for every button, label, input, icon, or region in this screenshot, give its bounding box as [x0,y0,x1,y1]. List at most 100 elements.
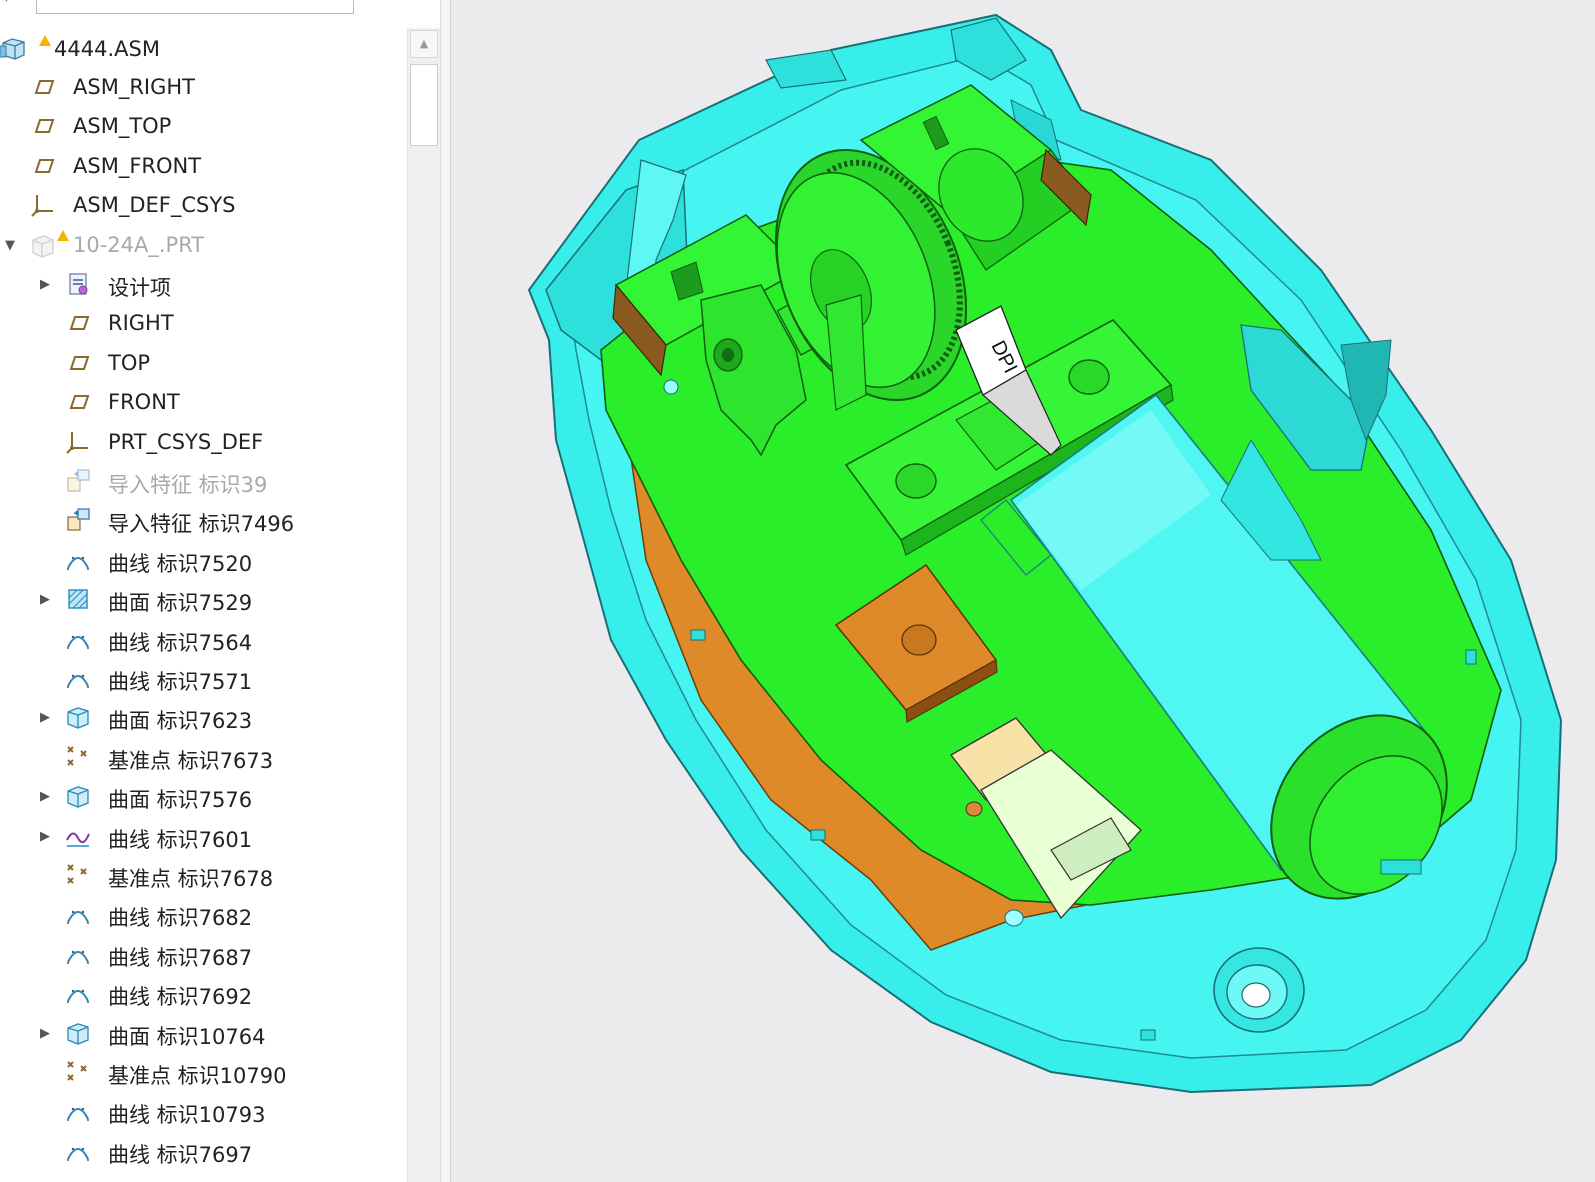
curve-icon [64,625,92,653]
curve-icon [64,1097,92,1125]
tree-item-label: PRT_CSYS_DEF [108,430,264,454]
tree-item-label: FRONT [108,390,180,414]
tree-item-label: 曲线 标识7687 [108,946,253,970]
curve-icon [64,664,92,692]
tree-item-label: 曲线 标识7682 [108,906,253,930]
datum-point-icon [64,1058,92,1086]
solid-surface-icon [64,703,92,731]
tree-item-label: ASM_TOP [73,114,172,138]
tree-item-label: 曲线 标识7601 [108,828,253,852]
chevron-right-icon[interactable]: ▶ [38,278,52,292]
assembly-icon [0,34,28,62]
datum-plane-icon [64,349,92,377]
curve-icon [64,979,92,1007]
scroll-up-button[interactable]: ▲ [410,30,438,58]
chevron-right-icon[interactable]: ▶ [38,711,52,725]
tree-item[interactable]: 曲线 标识7697 [0,1132,405,1171]
tree-item[interactable]: ASM_FRONT [0,147,405,186]
warning-icon [57,230,69,241]
tree-item-label: 导入特征 标识39 [108,473,268,497]
chevron-right-icon[interactable]: ▶ [38,830,52,844]
csys-icon [29,191,57,219]
tree-item[interactable]: FRONT [0,383,405,422]
mouse-assembly-model: DPI [527,13,1563,1094]
tree-item[interactable]: TOP [0,344,405,383]
surface-icon [64,585,92,613]
tree-item-label: 基准点 标识7678 [108,867,274,891]
tree-item[interactable]: ▶ 曲面 标识7623 [0,698,405,737]
tree-item-label: ASM_RIGHT [73,75,195,99]
tree-item[interactable]: ▶ 曲线 标识7601 [0,817,405,856]
panel-splitter[interactable] [440,0,451,1182]
tree-scrollbar[interactable]: ▲ [407,28,440,1182]
tree-item[interactable]: RIGHT [0,304,405,343]
tree-item-label: 曲线 标识7571 [108,670,253,694]
tree-item-label: 设计项 [108,276,171,300]
scroll-thumb[interactable] [410,64,438,146]
curve-icon [64,940,92,968]
curve-icon [64,546,92,574]
tree-item-label: 基准点 标识10790 [108,1064,287,1088]
tree-item-label: ASM_FRONT [73,154,202,178]
tree-item[interactable]: 曲线 标识7687 [0,935,405,974]
tree-item[interactable]: PRT_CSYS_DEF [0,423,405,462]
tree-item-label: TOP [108,351,151,375]
curve-icon [64,1137,92,1165]
tree-item[interactable]: ASM_TOP [0,107,405,146]
tree-item[interactable]: ASM_DEF_CSYS [0,186,405,225]
tree-item-label: 导入特征 标识7496 [108,512,295,536]
curve-icon [64,900,92,928]
datum-plane-icon [29,73,57,101]
chevron-right-icon[interactable]: ▶ [38,790,52,804]
tree-item[interactable]: 曲线 标识7520 [0,541,405,580]
tree-item-label: 曲面 标识7623 [108,709,253,733]
graphics-viewport[interactable]: DPI [451,0,1595,1182]
tree-item[interactable]: 曲线 标识7692 [0,974,405,1013]
datum-plane-icon [64,309,92,337]
tree-item-label: 曲面 标识7529 [108,591,253,615]
tree-item[interactable]: ASM_RIGHT [0,68,405,107]
tree-item[interactable]: 曲线 标识7682 [0,895,405,934]
tree-item[interactable]: 基准点 标识7673 [0,738,405,777]
chevron-down-icon[interactable]: ▼ [3,239,17,253]
tree-item[interactable]: 基准点 标识10790 [0,1053,405,1092]
tree-item-label: 曲线 标识7692 [108,985,253,1009]
tree-item[interactable]: 曲线 标识7571 [0,659,405,698]
model-tree-panel: ▾ 4444.ASM ASM_RIGHT ASM_TOP ASM_FRONT ASM_… [0,0,440,1182]
tree-item[interactable]: 导入特征 标识7496 [0,501,405,540]
chevron-right-icon[interactable]: ▶ [38,593,52,607]
tree-item-label: RIGHT [108,311,174,335]
tree-item[interactable]: ▶ 设计项 [0,265,405,304]
tree-item[interactable]: 基准点 标识7678 [0,856,405,895]
solid-surface-icon [64,1019,92,1047]
tree-item[interactable]: ▼ 10-24A_.PRT [0,226,405,265]
tree-item[interactable]: ▶ 曲面 标识10764 [0,1014,405,1053]
datum-point-icon [64,743,92,771]
csys-icon [64,428,92,456]
tree-item-label: ASM_DEF_CSYS [73,193,236,217]
datum-point-icon [64,861,92,889]
chevron-right-icon[interactable]: ▶ [38,1027,52,1041]
datum-plane-icon [29,152,57,180]
datum-plane-icon [29,112,57,140]
datum-plane-icon [64,388,92,416]
tree-item-label: 曲线 标识7564 [108,631,253,655]
tree-search-input[interactable] [36,0,354,14]
tree-item-root-assembly[interactable]: 4444.ASM [0,29,405,68]
import-feature-icon [64,506,92,534]
tree-item-label: 4444.ASM [54,37,160,61]
tree-item[interactable]: 曲线 标识7564 [0,620,405,659]
import-feature-icon [64,467,92,495]
part-icon [29,231,57,259]
tree-item-label: 曲面 标识10764 [108,1025,266,1049]
tree-item-label: 曲线 标识7697 [108,1143,253,1167]
tree-item[interactable]: 曲线 标识10793 [0,1092,405,1131]
tree-item[interactable]: ▶ 曲面 标识7529 [0,580,405,619]
tree-item-label: 10-24A_.PRT [73,233,205,257]
tree-item[interactable]: 导入特征 标识39 [0,462,405,501]
design-items-icon [64,270,92,298]
tree-item[interactable]: ▶ 曲面 标识7576 [0,777,405,816]
warning-icon [39,35,51,46]
chevron-down-icon[interactable]: ▾ [4,0,18,8]
solid-surface-icon [64,782,92,810]
